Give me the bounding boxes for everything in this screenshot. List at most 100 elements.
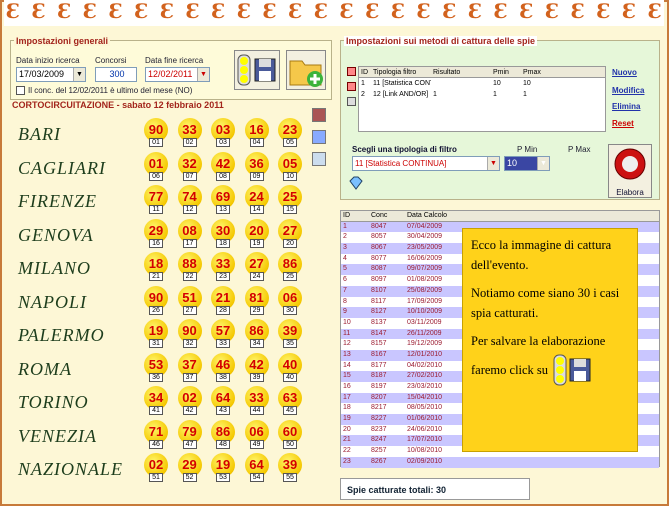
number-ball[interactable]: 25 15 — [278, 185, 302, 215]
modify-link[interactable]: Modifica — [612, 86, 644, 95]
number-ball[interactable]: 36 09 — [244, 151, 269, 182]
number-ball[interactable]: 88 22 — [177, 252, 202, 282]
notebook-icon[interactable] — [312, 152, 326, 166]
number-ball[interactable]: 29 16 — [144, 218, 168, 249]
elabora-button[interactable]: Elabora — [608, 144, 652, 198]
number-ball[interactable]: 05 10 — [278, 151, 302, 182]
wheel-row: BARI 90 01 33 02 03 03 16 04 23 05 — [10, 118, 332, 151]
number-ball[interactable]: 06 49 — [244, 419, 269, 450]
wheel-row: VENEZIA 71 46 79 47 86 48 06 49 60 50 — [10, 419, 332, 453]
number-ball[interactable]: 06 30 — [278, 285, 302, 316]
number-ball[interactable]: 57 33 — [211, 319, 235, 349]
column-header: ID — [361, 69, 368, 76]
number-ball[interactable]: 19 53 — [211, 453, 235, 483]
number-ball[interactable]: 90 32 — [177, 319, 202, 349]
number-ball[interactable]: 74 12 — [177, 185, 202, 215]
number-ball[interactable]: 64 43 — [211, 386, 235, 416]
results-cell: 8207 — [371, 393, 387, 401]
number-ball[interactable]: 19 31 — [144, 319, 168, 349]
number-ball[interactable]: 27 20 — [278, 218, 302, 249]
number-ball[interactable]: 77 11 — [144, 185, 168, 215]
binding-ring: Ɛ — [467, 0, 483, 23]
number-ball[interactable]: 86 34 — [244, 319, 269, 349]
number-ball[interactable]: 81 29 — [244, 285, 269, 316]
end-date-field[interactable]: 12/02/2011 ▼ — [145, 67, 210, 82]
contests-field[interactable]: 300 — [95, 67, 137, 82]
number-ball[interactable]: 27 24 — [244, 252, 269, 282]
delete-link[interactable]: Elimina — [612, 102, 640, 111]
filter-type-select[interactable]: 11 [Statistica CONTINUA] ▼ — [352, 156, 500, 171]
binding-ring: Ɛ — [621, 0, 637, 23]
results-cell: 17/07/2010 — [407, 436, 443, 444]
reset-link[interactable]: Reset — [612, 119, 634, 128]
number-ball[interactable]: 02 51 — [144, 453, 168, 483]
edit-icon[interactable] — [347, 82, 356, 91]
number-ball[interactable]: 30 18 — [211, 218, 235, 249]
number-ball[interactable]: 20 19 — [244, 218, 269, 249]
pmin-select[interactable]: 10 ▼ — [504, 156, 550, 171]
number-ball[interactable]: 69 13 — [211, 185, 235, 215]
column-header: ID — [343, 212, 350, 219]
new-link[interactable]: Nuovo — [612, 68, 637, 77]
number-ball[interactable]: 01 06 — [144, 151, 168, 182]
last-of-month-checkbox[interactable] — [16, 86, 25, 95]
save-elaboration-button[interactable] — [234, 50, 280, 90]
results-cell: 13 — [343, 350, 351, 358]
results-cell: 25/08/2009 — [407, 286, 443, 294]
number-ball[interactable]: 34 41 — [144, 386, 168, 416]
start-date-field[interactable]: 17/03/2009 ▼ — [16, 67, 86, 82]
chevron-down-icon[interactable]: ▼ — [537, 157, 549, 170]
chevron-down-icon[interactable]: ▼ — [73, 68, 85, 81]
number-ball[interactable]: 08 17 — [177, 218, 202, 249]
number-ball[interactable]: 02 42 — [177, 386, 202, 416]
chevron-down-icon[interactable]: ▼ — [197, 68, 209, 81]
results-row[interactable]: 23 8267 02/09/2010 — [341, 456, 659, 468]
number-ball[interactable]: 29 52 — [177, 453, 202, 483]
number-ball[interactable]: 37 37 — [177, 352, 202, 383]
number-ball[interactable]: 53 36 — [144, 352, 168, 383]
number-ball[interactable]: 71 46 — [144, 419, 168, 450]
number-ball[interactable]: 79 47 — [177, 419, 202, 450]
open-folder-button[interactable] — [286, 50, 326, 90]
filter-grid-row[interactable]: 2 12 [Link AND/OR] 1 1 1 — [359, 89, 605, 100]
add-icon[interactable] — [347, 67, 356, 76]
number-ball[interactable]: 60 50 — [278, 419, 302, 450]
diamond-icon[interactable] — [348, 176, 364, 190]
column-header: Data Calcolo — [407, 212, 448, 219]
wheel-city: PALERMO — [18, 325, 105, 345]
position-index: 32 — [182, 339, 197, 348]
chevron-down-icon[interactable]: ▼ — [487, 157, 499, 170]
number-ball[interactable]: 86 48 — [211, 419, 235, 450]
results-cell: 12 — [343, 340, 351, 348]
delete-icon[interactable] — [347, 97, 356, 106]
number-ball[interactable]: 51 27 — [177, 285, 202, 316]
number-ball[interactable]: 21 28 — [211, 285, 235, 316]
number-ball[interactable]: 24 14 — [244, 185, 269, 215]
number-ball[interactable]: 64 54 — [244, 453, 269, 483]
number-ball[interactable]: 90 26 — [144, 285, 168, 316]
archive-icon[interactable] — [312, 108, 326, 122]
results-cell: 15/04/2010 — [407, 393, 443, 401]
binding-ring: Ɛ — [596, 0, 611, 23]
number-ball[interactable]: 39 55 — [278, 453, 302, 483]
number-ball[interactable]: 46 38 — [211, 352, 235, 383]
number-ball[interactable]: 23 05 — [278, 118, 302, 148]
results-cell: 6 — [343, 276, 347, 284]
calculator-icon[interactable] — [312, 130, 326, 144]
grid-cell: 12 [Link AND/OR] — [373, 91, 429, 98]
number-ball[interactable]: 16 04 — [244, 118, 269, 148]
number-ball[interactable]: 33 02 — [177, 118, 202, 148]
number-ball[interactable]: 42 39 — [244, 352, 269, 383]
number-ball[interactable]: 42 08 — [211, 151, 235, 182]
number-ball[interactable]: 86 25 — [278, 252, 302, 282]
number-ball[interactable]: 32 07 — [177, 151, 202, 182]
number-ball[interactable]: 39 35 — [278, 319, 302, 349]
number-ball[interactable]: 90 01 — [144, 118, 168, 148]
filter-grid-row[interactable]: 1 11 [Statistica CONTI... 10 10 — [359, 78, 605, 89]
number-ball[interactable]: 33 23 — [211, 252, 235, 282]
number-ball[interactable]: 18 21 — [144, 252, 168, 282]
number-ball[interactable]: 63 45 — [278, 386, 302, 416]
number-ball[interactable]: 33 44 — [244, 386, 269, 416]
number-ball[interactable]: 40 40 — [278, 352, 302, 383]
number-ball[interactable]: 03 03 — [211, 118, 235, 148]
